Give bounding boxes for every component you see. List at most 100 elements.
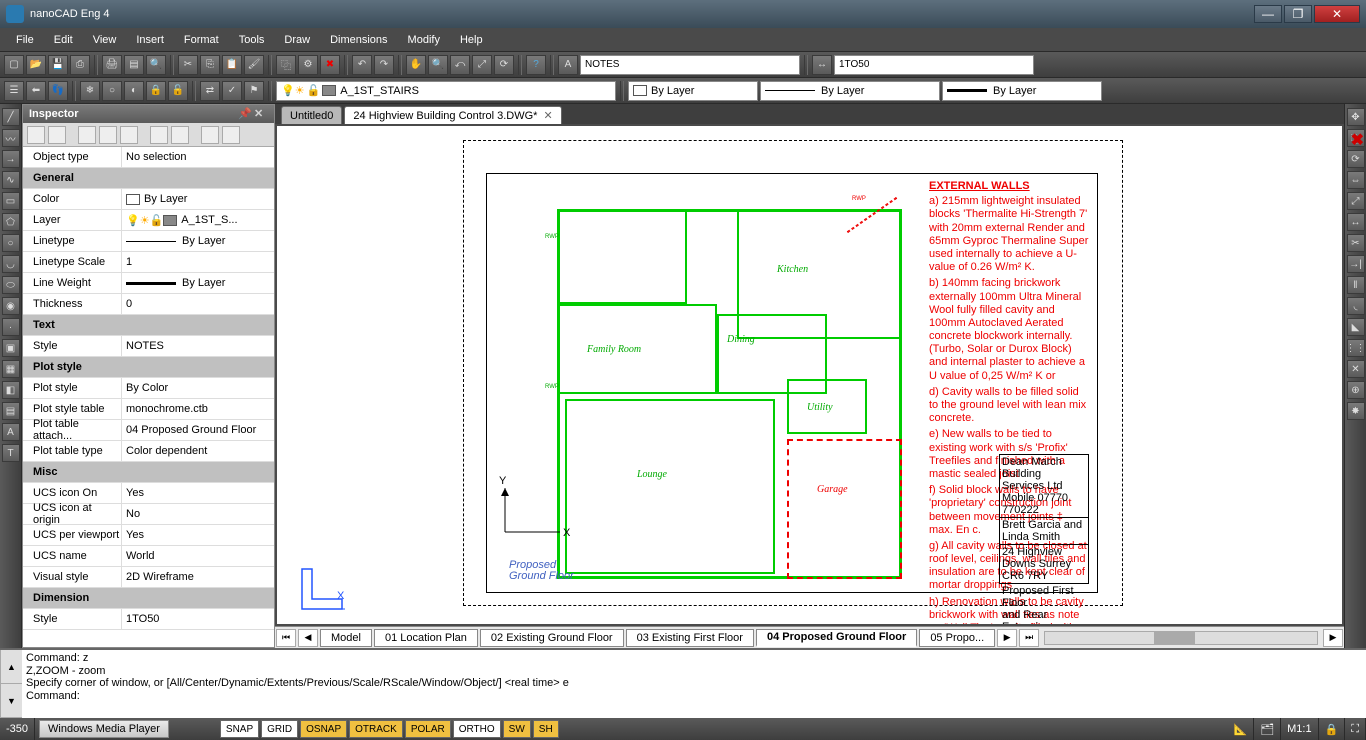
tab-nav-prev[interactable]: ◀: [298, 629, 318, 647]
mtext-icon[interactable]: A: [2, 423, 20, 441]
print-icon[interactable]: 🖨: [102, 55, 122, 75]
inspector-pin-icon[interactable]: 📌: [238, 107, 252, 121]
insp-tool-2[interactable]: [48, 126, 66, 144]
doc-tab-untitled[interactable]: Untitled0: [281, 106, 342, 124]
prop-plottype-value[interactable]: Color dependent: [121, 441, 274, 461]
textstyle-icon[interactable]: A: [558, 55, 578, 75]
layerlock-icon[interactable]: 🔒: [146, 81, 166, 101]
layermatch-icon[interactable]: ⇄: [200, 81, 220, 101]
taskbar-wmp[interactable]: Windows Media Player: [39, 720, 169, 738]
mirror-icon[interactable]: ⇔: [1347, 171, 1365, 189]
toggle-sw[interactable]: SW: [503, 720, 531, 738]
text-style-dropdown[interactable]: NOTES: [580, 55, 800, 75]
polyline-icon[interactable]: 〰: [2, 129, 20, 147]
new-icon[interactable]: ▢: [4, 55, 24, 75]
menu-draw[interactable]: Draw: [274, 31, 320, 49]
open-icon[interactable]: 📂: [26, 55, 46, 75]
minimize-button[interactable]: —: [1254, 5, 1282, 23]
prop-lweight-value[interactable]: By Layer: [121, 273, 274, 293]
tab-nav-next[interactable]: ▶: [997, 629, 1017, 647]
layeroff-icon[interactable]: ○: [102, 81, 122, 101]
move-icon[interactable]: ✥: [1347, 108, 1365, 126]
status-icon-1[interactable]: 📐: [1227, 718, 1254, 740]
prop-plottable-value[interactable]: monochrome.ctb: [121, 399, 274, 419]
save-icon[interactable]: 💾: [48, 55, 68, 75]
status-icon-2[interactable]: 🗂: [1254, 718, 1281, 740]
layout-tab-05[interactable]: 05 Propo...: [919, 629, 995, 647]
explode-icon[interactable]: ✸: [1347, 402, 1365, 420]
group-general[interactable]: General: [23, 172, 274, 184]
prop-ltscale-value[interactable]: 1: [121, 252, 274, 272]
prop-ucson-value[interactable]: Yes: [121, 483, 274, 503]
hatch-icon[interactable]: ▦: [2, 360, 20, 378]
layerfreeze-icon[interactable]: ❄: [80, 81, 100, 101]
copy-icon[interactable]: ⎘: [200, 55, 220, 75]
menu-modify[interactable]: Modify: [398, 31, 450, 49]
viewport[interactable]: Kitchen Dining Family Room Lounge Utilit…: [277, 126, 1342, 624]
circle-icon[interactable]: ○: [2, 234, 20, 252]
join-icon[interactable]: ⊕: [1347, 381, 1365, 399]
insp-tool-9[interactable]: [222, 126, 240, 144]
color-dropdown[interactable]: By Layer: [628, 81, 758, 101]
tab-nav-first[interactable]: ⏮: [276, 629, 296, 647]
insp-tool-5[interactable]: [120, 126, 138, 144]
cmd-scroll-down[interactable]: ▼: [1, 684, 22, 718]
ellipse-icon[interactable]: ⬭: [2, 276, 20, 294]
layerunlock-icon[interactable]: 🔓: [168, 81, 188, 101]
spline-icon[interactable]: ∿: [2, 171, 20, 189]
status-icon-3[interactable]: 🔒: [1319, 718, 1346, 740]
audit-icon[interactable]: ⚙: [298, 55, 318, 75]
menu-help[interactable]: Help: [450, 31, 493, 49]
delete-icon[interactable]: ✖: [320, 55, 340, 75]
prop-objtype-value[interactable]: No selection: [121, 147, 274, 167]
group-plot[interactable]: Plot style: [23, 361, 274, 373]
cmd-scroll-up[interactable]: ▲: [1, 650, 22, 684]
undo-icon[interactable]: ↶: [352, 55, 372, 75]
zoomwin-icon[interactable]: 🔍: [428, 55, 448, 75]
insp-tool-4[interactable]: [99, 126, 117, 144]
pan-icon[interactable]: ✋: [406, 55, 426, 75]
menu-format[interactable]: Format: [174, 31, 229, 49]
command-log[interactable]: Command: z Z,ZOOM - zoom Specify corner …: [22, 650, 1366, 718]
layeriso-icon[interactable]: ◐: [124, 81, 144, 101]
insp-tool-3[interactable]: [78, 126, 96, 144]
redo-icon[interactable]: ↷: [374, 55, 394, 75]
layout-tab-01[interactable]: 01 Location Plan: [374, 629, 478, 647]
group-dimension[interactable]: Dimension: [23, 592, 274, 604]
regen-icon[interactable]: ⟳: [494, 55, 514, 75]
cut-icon[interactable]: ✂: [178, 55, 198, 75]
status-scale[interactable]: M1:1: [1281, 718, 1318, 740]
lineweight-dropdown[interactable]: By Layer: [942, 81, 1102, 101]
saveall-icon[interactable]: ⎙: [70, 55, 90, 75]
layer-dropdown[interactable]: 💡☀🔓 A_1ST_STAIRS: [276, 81, 616, 101]
plot-icon[interactable]: ▤: [124, 55, 144, 75]
layerstate-icon[interactable]: ⚑: [244, 81, 264, 101]
toggle-grid[interactable]: GRID: [261, 720, 298, 738]
prop-linetype-value[interactable]: By Layer: [121, 231, 274, 251]
insp-tool-6[interactable]: [150, 126, 168, 144]
prop-ucsname-value[interactable]: World: [121, 546, 274, 566]
table-icon[interactable]: ▤: [2, 402, 20, 420]
preview-icon[interactable]: 🔍: [146, 55, 166, 75]
dim-style-dropdown[interactable]: 1TO50: [834, 55, 1034, 75]
break-icon[interactable]: ✕: [1347, 360, 1365, 378]
doc-tab-highview[interactable]: 24 Highview Building Control 3.DWG*✕: [344, 106, 561, 124]
matchprop-icon[interactable]: 🖌: [244, 55, 264, 75]
layerwalk-icon[interactable]: 👣: [48, 81, 68, 101]
toggle-polar[interactable]: POLAR: [405, 720, 451, 738]
tab-nav-last[interactable]: ⏭: [1019, 629, 1039, 647]
status-fullscreen-icon[interactable]: ⛶: [1345, 718, 1366, 740]
ray-icon[interactable]: →: [2, 150, 20, 168]
extend-icon[interactable]: →|: [1347, 255, 1365, 273]
menu-edit[interactable]: Edit: [44, 31, 83, 49]
array-icon[interactable]: ⋮⋮: [1347, 339, 1365, 357]
toggle-otrack[interactable]: OTRACK: [349, 720, 403, 738]
layerprev-icon[interactable]: ⬅: [26, 81, 46, 101]
viewport-close-icon[interactable]: ✖: [1351, 130, 1364, 150]
offset-icon[interactable]: ‖: [1347, 276, 1365, 294]
menu-insert[interactable]: Insert: [126, 31, 174, 49]
maximize-button[interactable]: ❐: [1284, 5, 1312, 23]
region-icon[interactable]: ◧: [2, 381, 20, 399]
close-button[interactable]: ✕: [1314, 5, 1360, 23]
fillet-icon[interactable]: ◟: [1347, 297, 1365, 315]
